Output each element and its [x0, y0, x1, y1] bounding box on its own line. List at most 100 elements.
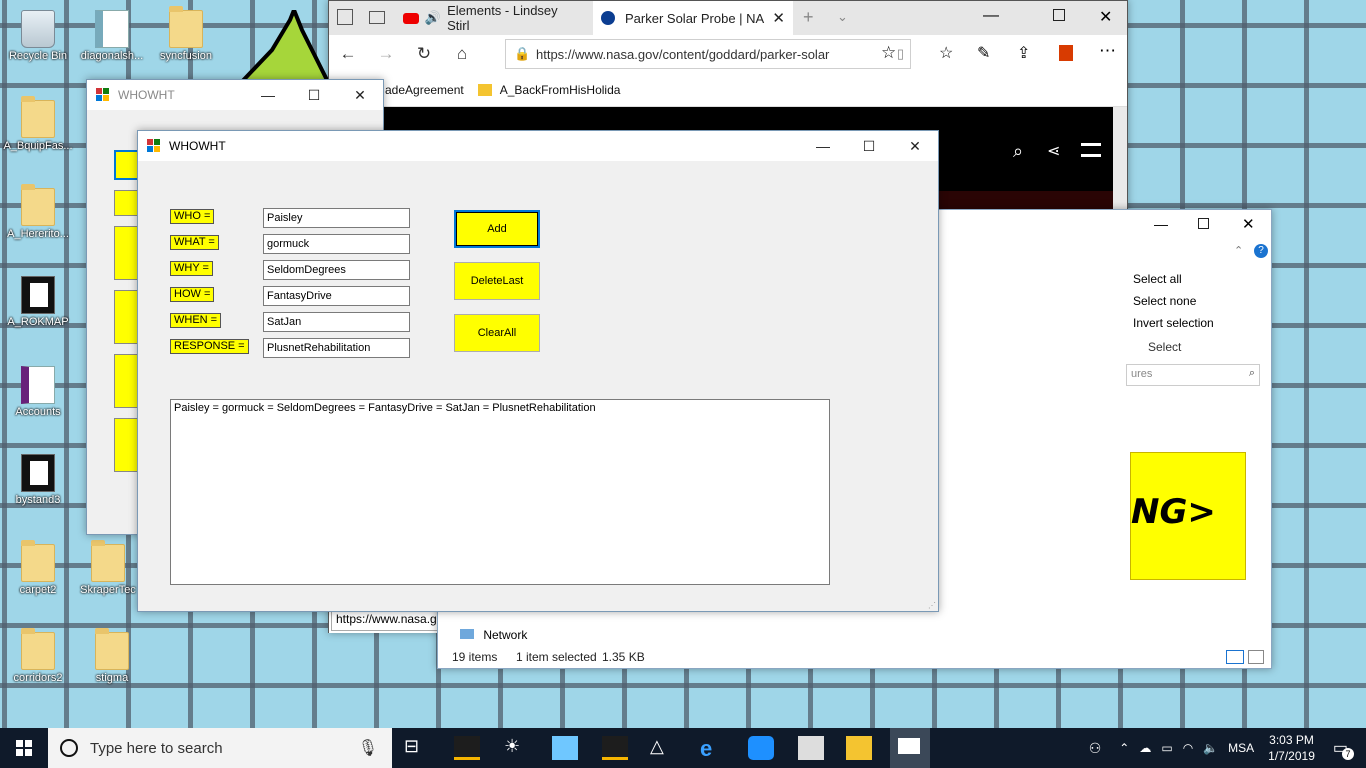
what-input[interactable]: gormuck — [263, 234, 410, 254]
chevron-up-icon[interactable]: ⌃ — [1234, 244, 1243, 257]
action-center-icon[interactable]: ▭ 7 — [1333, 738, 1354, 760]
minimize-icon[interactable]: — — [800, 131, 846, 161]
add-button[interactable]: Add — [454, 210, 540, 248]
maximize-icon[interactable] — [1053, 9, 1065, 21]
more-icon[interactable]: ⋯ — [1099, 41, 1116, 61]
share-icon[interactable]: ⋖ — [1047, 141, 1060, 161]
chevron-down-icon[interactable]: ⌄ — [837, 9, 848, 25]
volume-icon[interactable]: 🔈 — [1203, 741, 1218, 755]
app-chart-icon[interactable] — [552, 736, 578, 760]
cloud-icon[interactable]: ☁ — [1139, 741, 1151, 755]
taskbar-search-box[interactable]: Type here to search 🎙 — [48, 728, 392, 768]
desktop-icon-syncfusion[interactable]: syncfusion — [150, 6, 222, 62]
battery-icon[interactable]: ▭ — [1161, 741, 1172, 755]
app-tiles-icon[interactable] — [454, 736, 480, 760]
select-none-button[interactable]: Select none — [1133, 294, 1196, 308]
close-icon[interactable]: ✕ — [1099, 7, 1112, 27]
maximize-icon[interactable]: ☐ — [291, 80, 337, 110]
whowht-taskbar-button[interactable] — [890, 728, 930, 768]
nav-network[interactable]: Network — [460, 628, 527, 642]
favorite-link[interactable]: adeAgreement — [385, 83, 464, 97]
favorite-star-icon[interactable]: ☆ — [881, 43, 896, 63]
office-icon[interactable] — [1059, 45, 1073, 61]
folder-icon — [21, 628, 55, 670]
who-input[interactable]: Paisley — [263, 208, 410, 228]
when-input[interactable]: SatJan — [263, 312, 410, 332]
share-icon[interactable]: ⇪ — [1017, 43, 1030, 63]
people-icon[interactable]: ⚇ — [1089, 740, 1102, 757]
favorite-folder[interactable]: A_BackFromHisHolida — [500, 83, 621, 97]
close-icon[interactable]: ✕ — [337, 80, 383, 110]
close-tab-icon[interactable]: ✕ — [772, 9, 785, 27]
forward-icon[interactable]: → — [367, 44, 405, 64]
favorites-bar: adeAgreement A_BackFromHisHolida — [329, 73, 1127, 107]
select-all-button[interactable]: Select all — [1133, 272, 1182, 286]
desktop-icon-bystand3[interactable]: bystand3 — [2, 454, 74, 506]
response-label: RESPONSE = — [170, 339, 249, 354]
tab-preview-icon[interactable] — [337, 9, 353, 25]
resize-grip-icon[interactable]: ⋰ — [928, 601, 936, 610]
pen-icon[interactable]: ✎ — [977, 43, 990, 63]
desktop-icon-stigma[interactable]: stigma — [76, 628, 148, 684]
tab-elements[interactable]: 🔊 Elements - Lindsey Stirl — [395, 1, 591, 35]
lightbulb-icon[interactable]: ☀ — [504, 736, 530, 760]
delete-last-button[interactable]: DeleteLast — [454, 262, 540, 300]
reading-view-icon[interactable]: ▯ — [897, 46, 904, 62]
input-language[interactable]: MSA — [1228, 741, 1254, 755]
clear-all-button[interactable]: ClearAll — [454, 314, 540, 352]
new-tab-icon[interactable]: + — [803, 7, 814, 28]
close-icon[interactable]: ✕ — [892, 131, 938, 161]
folder-icon — [95, 628, 129, 670]
minimize-icon[interactable]: — — [245, 80, 291, 110]
favorites-hub-icon[interactable]: ☆ — [939, 43, 953, 63]
windows-start-icon[interactable] — [16, 740, 32, 756]
speaker-icon[interactable]: 🔊 — [425, 10, 441, 26]
desktop-icon-diagonalsh[interactable]: diagonalsh... — [76, 10, 148, 62]
desktop-icon-a-rokmap[interactable]: A_ROKMAP — [2, 276, 74, 328]
wifi-icon[interactable]: ◠ — [1183, 741, 1193, 755]
task-view-icon[interactable]: ⊟ — [404, 736, 430, 760]
desktop-icon-recycle-bin[interactable]: Recycle Bin — [2, 10, 74, 62]
search-input[interactable]: ures ⌕ — [1126, 364, 1260, 386]
details-view-icon[interactable] — [1226, 650, 1244, 664]
app-tiles-icon[interactable] — [602, 736, 628, 760]
address-bar[interactable]: 🔒 https://www.nasa.gov/content/goddard/p… — [505, 39, 911, 69]
clock-time: 3:03 PM — [1269, 733, 1314, 747]
desktop-icon-carpet2[interactable]: carpet2 — [2, 540, 74, 596]
desktop-icon-corridors2[interactable]: corridors2 — [2, 628, 74, 684]
clock[interactable]: 3:03 PM 1/7/2019 — [1268, 732, 1315, 764]
folder-icon — [169, 6, 203, 48]
help-icon[interactable]: ? — [1254, 244, 1268, 258]
maximize-icon[interactable] — [1198, 218, 1209, 229]
clock-date: 1/7/2019 — [1268, 749, 1315, 763]
output-textarea[interactable]: Paisley = gormuck = SeldomDegrees = Fant… — [170, 399, 830, 585]
chevron-up-icon[interactable]: ⌃ — [1119, 741, 1129, 755]
tab-parker-solar-probe[interactable]: Parker Solar Probe | NA ✕ — [593, 1, 793, 35]
menu-icon[interactable] — [1081, 143, 1101, 157]
edge-icon[interactable]: e — [700, 736, 726, 761]
refresh-icon[interactable]: ↻ — [405, 44, 443, 64]
search-icon[interactable]: ⌕ — [1013, 141, 1023, 162]
desktop-icon-accounts[interactable]: Accounts — [2, 366, 74, 418]
paint-icon[interactable] — [798, 736, 824, 760]
back-icon[interactable]: ← — [329, 44, 367, 64]
delta-icon[interactable]: △ — [650, 736, 676, 760]
file-explorer-icon[interactable] — [846, 736, 872, 760]
large-icons-view-icon[interactable] — [1248, 650, 1264, 664]
minimize-icon[interactable]: — — [983, 7, 999, 25]
home-icon[interactable]: ⌂ — [443, 44, 481, 64]
response-input[interactable]: PlusnetRehabilitation — [263, 338, 410, 358]
maximize-icon[interactable]: ☐ — [846, 131, 892, 161]
url-text: https://www.nasa.gov/content/goddard/par… — [536, 46, 830, 62]
close-icon[interactable]: ✕ — [1242, 215, 1255, 233]
invert-selection-button[interactable]: Invert selection — [1133, 316, 1214, 330]
desktop-icon-a-hererito[interactable]: A_Hererito... — [2, 184, 74, 240]
minimize-icon[interactable]: — — [1154, 216, 1168, 232]
how-input[interactable]: FantasyDrive — [263, 286, 410, 306]
why-input[interactable]: SeldomDegrees — [263, 260, 410, 280]
tabs-aside-icon[interactable] — [369, 11, 385, 24]
desktop-icon-skrapertec[interactable]: SkraperTec — [72, 540, 144, 596]
feedback-icon[interactable] — [748, 736, 774, 760]
microphone-icon[interactable]: 🎙 — [358, 738, 378, 758]
desktop-icon-a-bquipfas[interactable]: A_BquipFas... — [2, 96, 74, 152]
